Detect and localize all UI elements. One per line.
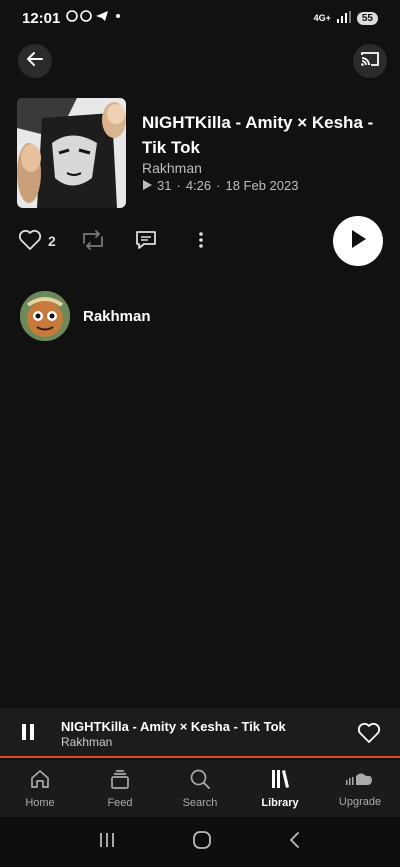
- track-meta: 31 · 4:26 · 18 Feb 2023: [142, 178, 298, 193]
- library-icon: [269, 768, 291, 793]
- nav-upgrade-label: Upgrade: [338, 796, 382, 808]
- play-count-icon: [142, 178, 152, 193]
- network-label: 4G+: [313, 13, 331, 23]
- back-button[interactable]: [18, 44, 52, 78]
- track-duration: 4:26: [185, 178, 212, 193]
- home-button[interactable]: [192, 830, 212, 855]
- artwork-image: [17, 98, 126, 208]
- bottom-nav: Home Feed Search Library Upgrade: [0, 760, 400, 817]
- play-count: 31: [157, 178, 172, 193]
- home-icon: [29, 768, 51, 793]
- system-back-button[interactable]: [288, 831, 302, 854]
- nav-search[interactable]: Search: [160, 760, 240, 817]
- system-nav-bar: [0, 817, 400, 867]
- play-icon: [349, 229, 367, 254]
- more-vertical-icon: [198, 230, 204, 253]
- feed-icon: [109, 768, 131, 793]
- play-button[interactable]: [333, 216, 383, 266]
- cast-button[interactable]: [353, 44, 387, 78]
- battery-indicator: 55: [356, 11, 378, 25]
- heart-icon: [357, 722, 381, 748]
- repost-button[interactable]: [80, 229, 106, 254]
- comment-icon: [134, 229, 158, 254]
- status-time: 12:01: [22, 9, 61, 27]
- heart-icon: [18, 229, 42, 254]
- playback-progress-bar: [0, 756, 400, 758]
- upload-date: 18 Feb 2023: [225, 178, 299, 193]
- comment-button[interactable]: [134, 229, 158, 254]
- more-options-button[interactable]: [198, 230, 204, 253]
- nav-search-label: Search: [182, 797, 218, 809]
- mini-player-title: NIGHTKilla - Amity × Kesha - Tik Tok: [61, 719, 286, 734]
- uploader-name: Rakhman: [83, 307, 151, 325]
- mini-player-artist: Rakhman: [61, 735, 113, 749]
- nav-feed-label: Feed: [107, 797, 133, 809]
- nav-library-label: Library: [261, 797, 299, 809]
- meta-separator: ·: [216, 178, 221, 193]
- nav-upgrade[interactable]: Upgrade: [320, 760, 400, 817]
- uploader-row[interactable]: Rakhman: [20, 291, 151, 341]
- mini-like-button[interactable]: [357, 722, 381, 749]
- search-icon: [189, 768, 211, 793]
- arrow-left-icon: [26, 50, 44, 73]
- nav-home-label: Home: [25, 797, 55, 809]
- nav-home[interactable]: Home: [0, 760, 80, 817]
- meta-separator: ·: [176, 178, 181, 193]
- nav-feed[interactable]: Feed: [80, 760, 160, 817]
- repost-icon: [80, 229, 106, 254]
- track-artwork[interactable]: [17, 98, 126, 208]
- track-screen: 12:01 4G+ 55 NIGHTKilla - Amity × Kesha …: [0, 0, 400, 867]
- cast-icon: [360, 50, 380, 73]
- track-artist[interactable]: Rakhman: [142, 160, 202, 176]
- mini-player[interactable]: NIGHTKilla - Amity × Kesha - Tik Tok Rak…: [0, 708, 400, 758]
- pause-icon: [20, 724, 36, 745]
- status-bar: 12:01 4G+ 55: [0, 0, 400, 36]
- avatar: [20, 291, 70, 341]
- recents-button[interactable]: [98, 831, 116, 854]
- action-row: 2: [18, 226, 204, 256]
- track-title: NIGHTKilla - Amity × Kesha - Tik Tok: [142, 113, 374, 157]
- signal-icon: [336, 11, 351, 25]
- like-button[interactable]: 2: [18, 229, 56, 254]
- pause-button[interactable]: [20, 723, 36, 746]
- notification-icons: [66, 9, 124, 27]
- like-count: 2: [48, 233, 56, 249]
- soundcloud-icon: [345, 769, 375, 792]
- nav-library[interactable]: Library: [240, 760, 320, 817]
